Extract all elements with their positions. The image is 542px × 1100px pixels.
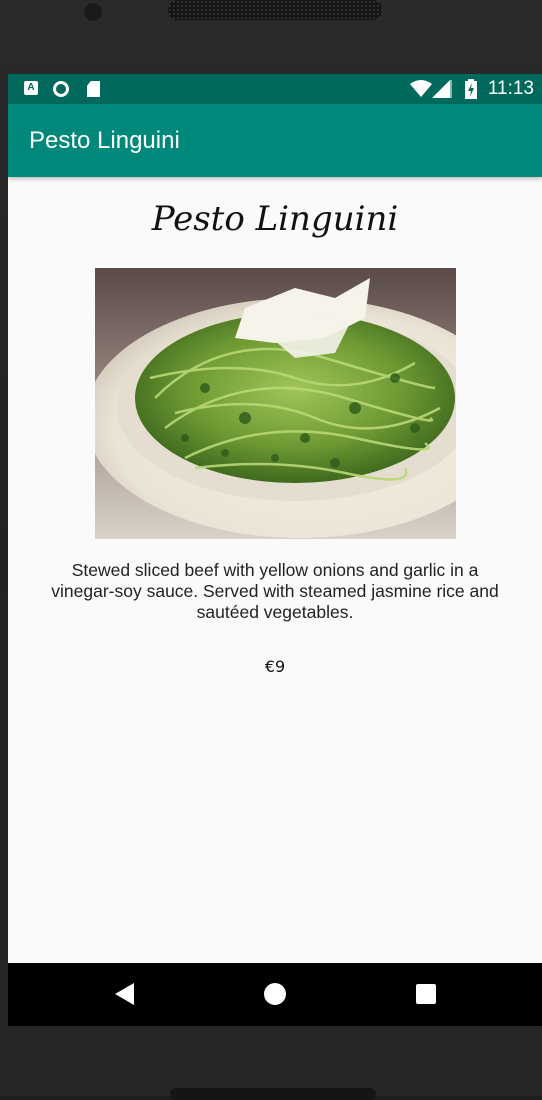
dish-price: €9 bbox=[264, 657, 286, 676]
dish-description: Stewed sliced beef with yellow onions an… bbox=[51, 560, 499, 622]
battery-charging-icon bbox=[465, 79, 477, 99]
pesto-linguini-plate-image bbox=[95, 268, 456, 539]
screen: A 11:13 Pesto Linguini Pesto Linguini St… bbox=[8, 74, 542, 1026]
circle-notification-icon bbox=[53, 81, 69, 97]
earpiece-speaker bbox=[168, 0, 382, 20]
cell-signal-icon bbox=[432, 80, 452, 98]
dish-image bbox=[95, 268, 456, 539]
app-bar: Pesto Linguini bbox=[8, 104, 542, 177]
a-notification-icon: A bbox=[24, 81, 38, 95]
sd-card-icon bbox=[87, 81, 100, 97]
home-button[interactable] bbox=[264, 983, 286, 1005]
wifi-icon bbox=[410, 80, 432, 97]
recents-button[interactable] bbox=[416, 984, 436, 1004]
app-bar-title: Pesto Linguini bbox=[29, 127, 180, 154]
status-time: 11:13 bbox=[487, 78, 534, 99]
status-bar: A 11:13 bbox=[8, 74, 542, 104]
dish-heading: Pesto Linguini bbox=[151, 199, 399, 239]
bottom-speaker bbox=[170, 1088, 376, 1100]
front-camera bbox=[84, 3, 102, 21]
back-button[interactable] bbox=[115, 983, 134, 1005]
navigation-bar bbox=[8, 963, 542, 1026]
device-frame: A 11:13 Pesto Linguini Pesto Linguini St… bbox=[0, 0, 542, 1100]
